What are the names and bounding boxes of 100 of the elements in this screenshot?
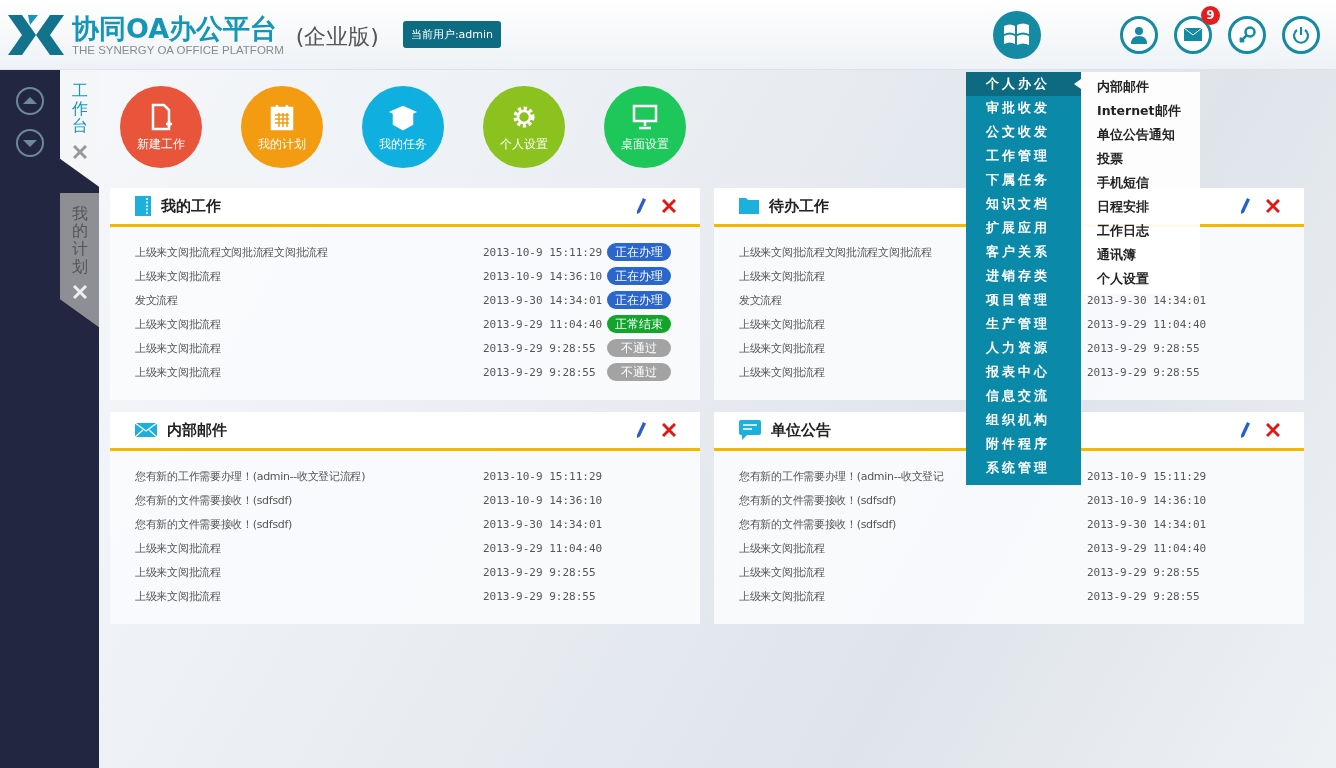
unread-count-badge: 9: [1201, 5, 1220, 25]
panel-title: 内部邮件: [167, 420, 227, 440]
notebook-icon: [135, 196, 151, 216]
edition-label: (企业版): [295, 22, 379, 51]
envelope-icon: [135, 423, 157, 437]
menu-item[interactable]: 信息交流: [966, 384, 1081, 408]
submenu-item[interactable]: 单位公告通知: [1081, 123, 1200, 147]
scroll-up-button[interactable]: [15, 86, 45, 116]
item-title[interactable]: 上级来文阅批流程: [135, 268, 221, 284]
password-button[interactable]: [1228, 15, 1266, 54]
menu-item[interactable]: 生产管理: [966, 312, 1081, 336]
submenu-item[interactable]: 日程安排: [1081, 195, 1200, 219]
status-tag: 正在办理: [607, 267, 671, 285]
menu-item[interactable]: 公文收发: [966, 120, 1081, 144]
item-title[interactable]: 上级来文阅批流程: [739, 316, 825, 332]
scroll-down-button[interactable]: [15, 128, 45, 158]
submenu-item[interactable]: 通讯簿: [1081, 243, 1200, 267]
envelope-icon: [1184, 28, 1202, 41]
close-icon[interactable]: [662, 199, 676, 213]
chat-bubble-icon: [739, 420, 761, 440]
menu-item[interactable]: 组织机构: [966, 408, 1081, 432]
app-title: 协同OA办公平台: [72, 13, 279, 44]
item-title[interactable]: 上级来文阅批流程: [739, 564, 825, 580]
panel-title: 我的工作: [161, 196, 221, 216]
status-tag: 不通过: [607, 339, 671, 357]
item-title[interactable]: 发文流程: [135, 292, 178, 308]
item-title[interactable]: 您有新的工作需要办理！(admin--收文登记: [739, 468, 944, 484]
item-time: 2013-10-9 15:11:29: [1087, 469, 1208, 483]
item-time: 2013-9-29 9:28:55: [483, 365, 597, 379]
item-time: 2013-10-9 15:11:29: [483, 245, 604, 259]
menu-item[interactable]: 人力资源: [966, 336, 1081, 360]
item-time: 2013-10-9 14:36:10: [483, 269, 604, 283]
item-title[interactable]: 上级来文阅批流程: [135, 588, 221, 604]
item-title[interactable]: 您有新的工作需要办理！(admin--收文登记流程): [135, 468, 366, 484]
close-icon[interactable]: [1266, 423, 1280, 437]
item-time: 2013-9-29 11:04:40: [1087, 317, 1208, 331]
pencil-icon[interactable]: [636, 198, 646, 214]
menu-item[interactable]: 工作管理: [966, 144, 1081, 168]
menu-item[interactable]: 扩展应用: [966, 216, 1081, 240]
item-title[interactable]: 您有新的文件需要接收！(sdfsdf): [135, 492, 293, 508]
submenu-item[interactable]: Internet邮件: [1081, 99, 1200, 123]
item-title[interactable]: 上级来文阅批流程: [135, 364, 221, 380]
item-title[interactable]: 上级来文阅批流程文阅批流程文阅批流程: [739, 244, 932, 260]
menu-item[interactable]: 知识文档: [966, 192, 1081, 216]
panel-title: 单位公告: [771, 420, 831, 440]
item-time: 2013-9-29 9:28:55: [1087, 365, 1201, 379]
item-title[interactable]: 上级来文阅批流程: [739, 268, 825, 284]
item-title[interactable]: 您有新的文件需要接收！(sdfsdf): [135, 516, 293, 532]
item-time: 2013-9-29 9:28:55: [1087, 565, 1201, 579]
submenu-item[interactable]: 手机短信: [1081, 171, 1200, 195]
item-title[interactable]: 您有新的文件需要接收！(sdfsdf): [739, 516, 897, 532]
menu-item[interactable]: 个人办公: [966, 72, 1081, 96]
close-icon[interactable]: [1266, 199, 1280, 213]
status-tag: 正在办理: [607, 291, 671, 309]
item-time: 2013-9-29 11:04:40: [483, 317, 604, 331]
menu-item[interactable]: 进销存类: [966, 264, 1081, 288]
item-time: 2013-9-30 14:34:01: [1087, 293, 1208, 307]
menu-item[interactable]: 报表中心: [966, 360, 1081, 384]
pencil-icon[interactable]: [1240, 198, 1250, 214]
status-tag: 不通过: [607, 363, 671, 381]
item-title[interactable]: 上级来文阅批流程: [739, 340, 825, 356]
panel-title: 待办工作: [769, 196, 829, 216]
item-title[interactable]: 上级来文阅批流程: [135, 316, 221, 332]
item-title[interactable]: 上级来文阅批流程: [739, 588, 825, 604]
shortcut-button[interactable]: 新建工作: [120, 86, 202, 168]
power-icon: [1292, 25, 1310, 44]
menu-item[interactable]: 附件程序: [966, 432, 1081, 456]
submenu-item[interactable]: 个人设置: [1081, 267, 1200, 291]
item-time: 2013-9-29 9:28:55: [1087, 341, 1201, 355]
submenu-item[interactable]: 投票: [1081, 147, 1200, 171]
item-title[interactable]: 上级来文阅批流程: [135, 564, 221, 580]
item-time: 2013-9-29 9:28:55: [483, 565, 597, 579]
folder-icon: [739, 198, 759, 214]
menu-item[interactable]: 项目管理: [966, 288, 1081, 312]
logo-icon: [8, 14, 64, 55]
item-time: 2013-9-29 11:04:40: [1087, 541, 1208, 555]
close-icon[interactable]: [72, 144, 87, 159]
submenu-item[interactable]: 工作日志: [1081, 219, 1200, 243]
menu-item[interactable]: 下属任务: [966, 168, 1081, 192]
item-title[interactable]: 上级来文阅批流程: [135, 340, 221, 356]
item-title[interactable]: 您有新的文件需要接收！(sdfsdf): [739, 492, 897, 508]
item-time: 2013-9-29 9:28:55: [1087, 589, 1201, 603]
item-time: 2013-9-30 14:34:01: [483, 293, 604, 307]
submenu-item[interactable]: 内部邮件: [1081, 75, 1200, 99]
item-title[interactable]: 发文流程: [739, 292, 782, 308]
item-title[interactable]: 上级来文阅批流程文阅批流程文阅批流程: [135, 244, 328, 260]
item-time: 2013-9-29 11:04:40: [483, 541, 604, 555]
item-title[interactable]: 上级来文阅批流程: [135, 540, 221, 556]
menu-item[interactable]: 审批收发: [966, 96, 1081, 120]
item-time: 2013-10-9 14:36:10: [1087, 493, 1208, 507]
user-profile-button[interactable]: [1120, 15, 1158, 54]
pencil-icon[interactable]: [1240, 422, 1250, 438]
person-icon: [1130, 25, 1148, 44]
menu-item[interactable]: 客户关系: [966, 240, 1081, 264]
menu-item[interactable]: 系统管理: [966, 456, 1081, 480]
logout-button[interactable]: [1282, 15, 1320, 54]
item-title[interactable]: 上级来文阅批流程: [739, 364, 825, 380]
pencil-icon[interactable]: [636, 422, 646, 438]
close-icon[interactable]: [662, 423, 676, 437]
item-title[interactable]: 上级来文阅批流程: [739, 540, 825, 556]
